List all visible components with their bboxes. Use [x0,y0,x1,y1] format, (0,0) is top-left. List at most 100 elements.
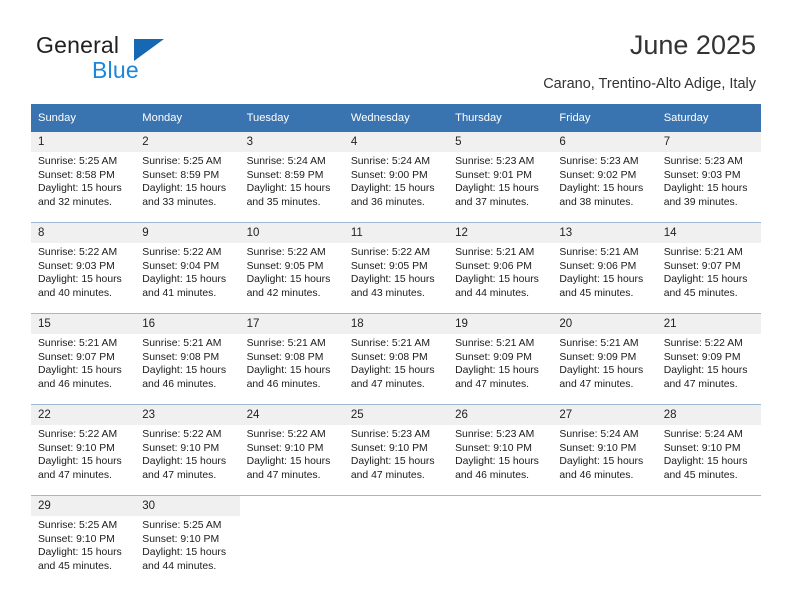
sunrise-text: Sunrise: 5:22 AM [38,429,118,440]
logo-text-general: General [36,32,120,58]
sunrise-text: Sunrise: 5:24 AM [246,156,326,167]
general-blue-logo[interactable]: General Blue [36,32,216,84]
daylight-text-line1: Daylight: 15 hours [142,456,227,468]
sunset-text: Sunset: 9:10 PM [142,442,220,454]
day-cell[interactable]: 9 Sunrise: 5:22 AM Sunset: 9:04 PM Dayli… [135,222,240,314]
sunrise-text: Sunrise: 5:21 AM [246,338,326,349]
sunset-text: Sunset: 9:09 PM [455,351,532,363]
day-number: 4 [343,132,449,152]
day-cell[interactable]: 13 Sunrise: 5:21 AM Sunset: 9:06 PM Dayl… [552,222,657,314]
daylight-text-line1: Daylight: 15 hours [559,456,644,468]
daylight-text-line1: Daylight: 15 hours [350,365,435,377]
sunrise-text: Sunrise: 5:24 AM [663,429,743,440]
day-cell[interactable]: 4 Sunrise: 5:24 AM Sunset: 9:00 PM Dayli… [343,132,449,223]
daylight-text-line2: and 47 minutes. [246,469,321,481]
sunset-text: Sunset: 9:10 PM [663,442,741,454]
sunset-text: Sunset: 9:10 PM [142,533,220,545]
day-number: 9 [135,223,240,243]
sunset-text: Sunset: 9:07 PM [663,260,741,272]
daylight-text-line1: Daylight: 15 hours [559,183,644,195]
day-cell[interactable]: 21 Sunrise: 5:22 AM Sunset: 9:09 PM Dayl… [656,313,761,405]
sunset-text: Sunset: 9:10 PM [559,442,637,454]
day-number: 21 [656,314,761,334]
day-number: 1 [31,132,136,152]
day-number: 3 [239,132,344,152]
day-info: Sunrise: 5:22 AM Sunset: 9:10 PM Dayligh… [240,425,344,482]
day-number: 19 [448,314,553,334]
daylight-text-line2: and 42 minutes. [246,287,321,299]
calendar-body: 1 Sunrise: 5:25 AM Sunset: 8:58 PM Dayli… [31,132,761,586]
day-cell[interactable]: 24 Sunrise: 5:22 AM Sunset: 9:10 PM Dayl… [239,404,344,496]
daylight-text-line2: and 43 minutes. [350,287,425,299]
sunrise-text: Sunrise: 5:22 AM [142,429,222,440]
day-cell[interactable]: 1 Sunrise: 5:25 AM Sunset: 8:58 PM Dayli… [31,132,136,223]
sunset-text: Sunset: 9:04 PM [142,260,220,272]
day-cell[interactable]: 5 Sunrise: 5:23 AM Sunset: 9:01 PM Dayli… [448,132,553,223]
page-subtitle-location: Carano, Trentino-Alto Adige, Italy [543,76,756,92]
day-cell[interactable]: 30 Sunrise: 5:25 AM Sunset: 9:10 PM Dayl… [135,495,240,586]
sunrise-text: Sunrise: 5:21 AM [455,247,535,258]
day-number: 14 [656,223,761,243]
day-number: 27 [552,405,657,425]
calendar-week-row: 15 Sunrise: 5:21 AM Sunset: 9:07 PM Dayl… [31,313,761,405]
day-cell[interactable]: 22 Sunrise: 5:22 AM Sunset: 9:10 PM Dayl… [31,404,136,496]
sunset-text: Sunset: 9:09 PM [663,351,741,363]
day-info: Sunrise: 5:23 AM Sunset: 9:10 PM Dayligh… [344,425,448,482]
day-info: Sunrise: 5:21 AM Sunset: 9:09 PM Dayligh… [448,334,552,391]
day-info: Sunrise: 5:21 AM Sunset: 9:07 PM Dayligh… [657,243,761,300]
daylight-text-line1: Daylight: 15 hours [38,365,122,377]
day-cell[interactable]: 16 Sunrise: 5:21 AM Sunset: 9:08 PM Dayl… [135,313,240,405]
sunrise-text: Sunrise: 5:25 AM [142,520,222,531]
sunset-text: Sunset: 8:59 PM [246,169,324,181]
day-info: Sunrise: 5:21 AM Sunset: 9:09 PM Dayligh… [552,334,656,391]
day-info: Sunrise: 5:24 AM Sunset: 9:00 PM Dayligh… [344,152,448,209]
day-cell[interactable]: 10 Sunrise: 5:22 AM Sunset: 9:05 PM Dayl… [239,222,344,314]
day-info: Sunrise: 5:25 AM Sunset: 9:10 PM Dayligh… [135,516,239,573]
day-cell[interactable]: 18 Sunrise: 5:21 AM Sunset: 9:08 PM Dayl… [343,313,449,405]
day-number: 2 [135,132,240,152]
day-cell[interactable]: 11 Sunrise: 5:22 AM Sunset: 9:05 PM Dayl… [343,222,449,314]
day-cell[interactable]: 15 Sunrise: 5:21 AM Sunset: 9:07 PM Dayl… [31,313,136,405]
sunrise-text: Sunrise: 5:21 AM [663,247,743,258]
day-cell[interactable]: 2 Sunrise: 5:25 AM Sunset: 8:59 PM Dayli… [135,132,240,223]
daylight-text-line1: Daylight: 15 hours [246,183,331,195]
weekday-header-friday: Friday [552,104,657,132]
daylight-text-line2: and 44 minutes. [142,560,217,572]
day-info: Sunrise: 5:21 AM Sunset: 9:08 PM Dayligh… [135,334,239,391]
day-cell[interactable]: 28 Sunrise: 5:24 AM Sunset: 9:10 PM Dayl… [656,404,761,496]
daylight-text-line2: and 45 minutes. [38,560,112,572]
day-cell[interactable]: 12 Sunrise: 5:21 AM Sunset: 9:06 PM Dayl… [448,222,553,314]
day-cell[interactable]: 17 Sunrise: 5:21 AM Sunset: 9:08 PM Dayl… [239,313,344,405]
day-cell[interactable]: 14 Sunrise: 5:21 AM Sunset: 9:07 PM Dayl… [656,222,761,314]
sunrise-text: Sunrise: 5:24 AM [559,429,639,440]
day-cell[interactable]: 3 Sunrise: 5:24 AM Sunset: 8:59 PM Dayli… [239,132,344,223]
daylight-text-line2: and 33 minutes. [142,196,217,208]
sunrise-text: Sunrise: 5:21 AM [559,247,639,258]
day-cell[interactable]: 20 Sunrise: 5:21 AM Sunset: 9:09 PM Dayl… [552,313,657,405]
daylight-text-line1: Daylight: 15 hours [663,365,748,377]
day-cell[interactable]: 19 Sunrise: 5:21 AM Sunset: 9:09 PM Dayl… [448,313,553,405]
day-cell[interactable]: 8 Sunrise: 5:22 AM Sunset: 9:03 PM Dayli… [31,222,136,314]
sunset-text: Sunset: 9:10 PM [246,442,324,454]
sunset-text: Sunset: 9:06 PM [455,260,532,272]
day-info: Sunrise: 5:25 AM Sunset: 9:10 PM Dayligh… [31,516,135,573]
daylight-text-line2: and 46 minutes. [559,469,634,481]
day-cell[interactable]: 29 Sunrise: 5:25 AM Sunset: 9:10 PM Dayl… [31,495,136,586]
sunset-text: Sunset: 9:08 PM [142,351,220,363]
day-cell-empty [239,495,344,586]
sunset-text: Sunset: 9:08 PM [246,351,324,363]
day-number: 29 [31,496,136,516]
day-cell[interactable]: 25 Sunrise: 5:23 AM Sunset: 9:10 PM Dayl… [343,404,449,496]
day-cell[interactable]: 6 Sunrise: 5:23 AM Sunset: 9:02 PM Dayli… [552,132,657,223]
day-cell[interactable]: 23 Sunrise: 5:22 AM Sunset: 9:10 PM Dayl… [135,404,240,496]
day-number: 12 [448,223,553,243]
weekday-header-saturday: Saturday [656,104,761,132]
sunrise-text: Sunrise: 5:22 AM [663,338,743,349]
sunrise-text: Sunrise: 5:21 AM [455,338,535,349]
daylight-text-line2: and 46 minutes. [142,378,217,390]
day-cell[interactable]: 26 Sunrise: 5:23 AM Sunset: 9:10 PM Dayl… [448,404,553,496]
sunset-text: Sunset: 9:10 PM [38,533,115,545]
day-cell[interactable]: 7 Sunrise: 5:23 AM Sunset: 9:03 PM Dayli… [656,132,761,223]
sunrise-text: Sunrise: 5:21 AM [142,338,222,349]
day-cell[interactable]: 27 Sunrise: 5:24 AM Sunset: 9:10 PM Dayl… [552,404,657,496]
